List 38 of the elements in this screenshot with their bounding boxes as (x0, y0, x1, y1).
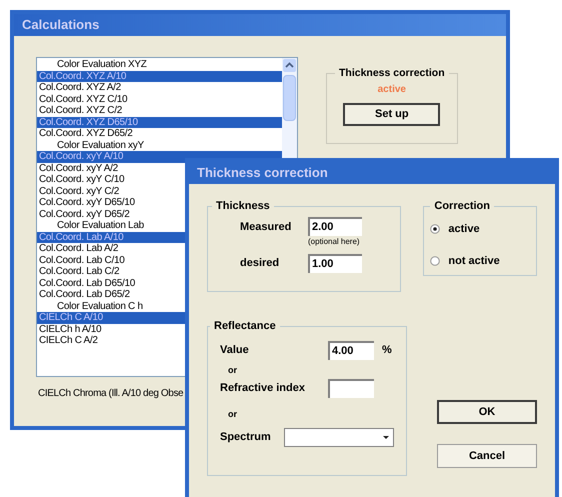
ok-button[interactable]: OK (437, 400, 537, 424)
field-label: Value (220, 342, 250, 358)
dialog-title: Thickness correction (197, 164, 328, 182)
list-item[interactable]: Col.Coord. XYZ A/10 (37, 70, 282, 82)
refractive-index-field[interactable] (328, 379, 374, 398)
radio-label[interactable]: active (448, 220, 480, 237)
status-text: active (378, 82, 406, 97)
description-text: CIELCh Chroma (Ill. A/10 deg Obse (38, 387, 184, 401)
radio-label[interactable]: not active (448, 253, 500, 270)
field-label: Measured (240, 220, 292, 234)
scroll-thumb[interactable] (283, 75, 296, 121)
list-item[interactable]: Col.Coord. XYZ D65/2 (37, 128, 282, 140)
measured-field[interactable]: 2.00 (308, 216, 362, 236)
value-field[interactable]: 4.00 (328, 340, 374, 360)
hint-text: (optional here) (308, 236, 361, 248)
scroll-up-icon[interactable] (283, 59, 296, 72)
cancel-button[interactable]: Cancel (437, 444, 537, 468)
radio-button[interactable] (430, 256, 440, 266)
list-item[interactable]: Col.Coord. XYZ C/2 (37, 105, 282, 116)
spectrum-dropdown[interactable] (284, 428, 394, 446)
list-heading[interactable]: Color Evaluation XYZ (37, 59, 282, 70)
group-title: Thickness correction (338, 66, 446, 81)
field-label: Refractive index (220, 381, 306, 396)
or-text: or (228, 364, 237, 376)
window-title: Calculations (22, 16, 100, 34)
group-title: Thickness (215, 199, 271, 214)
list-heading[interactable]: Color Evaluation xyY (37, 140, 282, 151)
setup-button[interactable]: Set up (343, 102, 440, 126)
list-item[interactable]: Col.Coord. XYZ C/10 (37, 94, 282, 105)
list-item[interactable]: Col.Coord. XYZ D65/10 (37, 116, 282, 128)
list-item[interactable]: Col.Coord. XYZ A/2 (37, 82, 282, 94)
field-label: Spectrum (220, 430, 272, 445)
group-title: Correction (433, 199, 491, 214)
radio-button[interactable] (430, 224, 440, 234)
or-text: or (228, 408, 237, 421)
field-label: desired (240, 256, 280, 271)
unit-text: % (382, 342, 392, 358)
desired-field[interactable]: 1.00 (308, 254, 362, 272)
